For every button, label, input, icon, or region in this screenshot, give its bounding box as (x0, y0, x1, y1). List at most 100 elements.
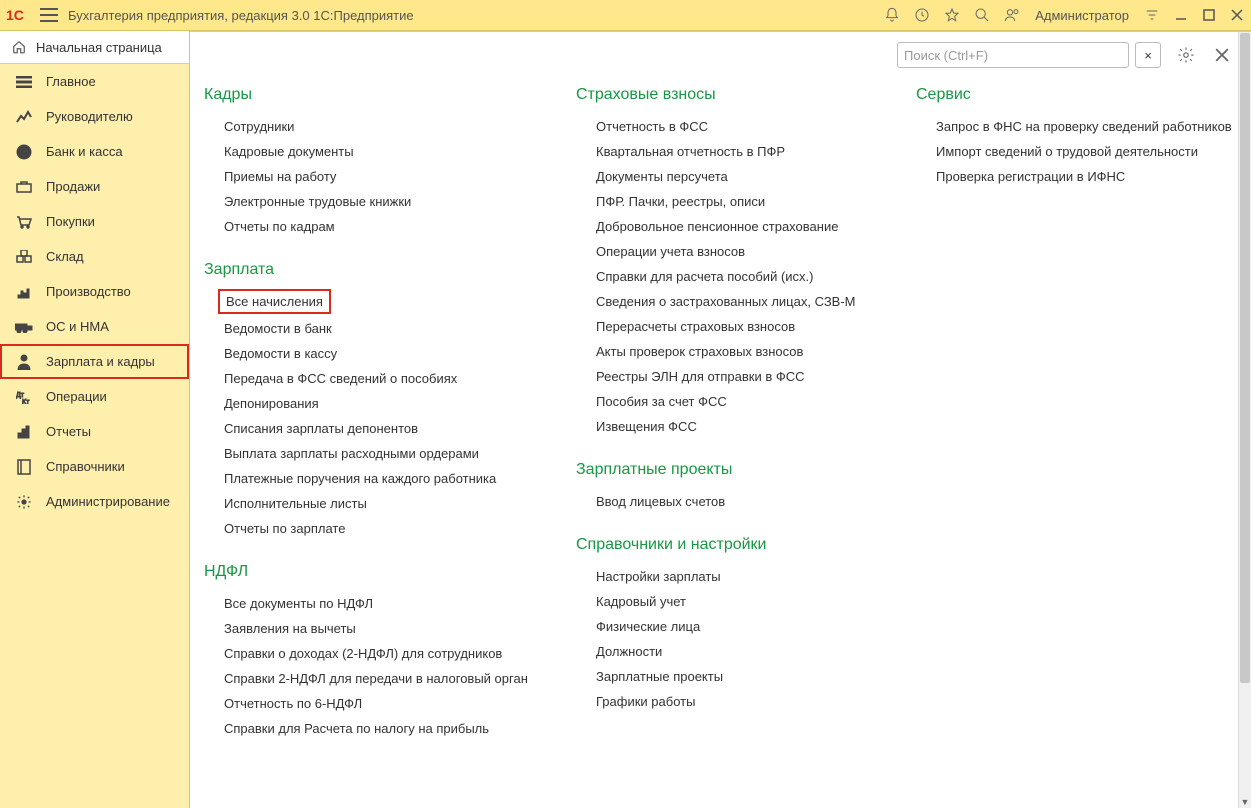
menu-link[interactable]: Зарплатные проекты (576, 664, 916, 689)
menu-link[interactable]: Все документы по НДФЛ (204, 591, 576, 616)
menu-link[interactable]: Справки 2-НДФЛ для передачи в налоговый … (204, 666, 576, 691)
hr-icon (14, 353, 34, 371)
sidebar-item-label: Руководителю (46, 109, 133, 124)
menu-link[interactable]: Отчеты по зарплате (204, 516, 576, 541)
menu-link[interactable]: Документы персучета (576, 164, 916, 189)
star-icon[interactable] (943, 6, 961, 24)
close-button[interactable] (1229, 7, 1245, 23)
svg-text:Дт: Дт (16, 392, 25, 399)
menu-link[interactable]: Добровольное пенсионное страхование (576, 214, 916, 239)
user-label[interactable]: Администратор (1035, 8, 1129, 23)
menu-link[interactable]: Должности (576, 639, 916, 664)
menu-link[interactable]: Запрос в ФНС на проверку сведений работн… (916, 114, 1232, 139)
menu-link[interactable]: Исполнительные листы (204, 491, 576, 516)
menu-link[interactable]: Квартальная отчетность в ПФР (576, 139, 916, 164)
group-title: Справочники и настройки (576, 536, 916, 554)
menu-link[interactable]: Справки для расчета пособий (исх.) (576, 264, 916, 289)
menu-link[interactable]: Передача в ФСС сведений о пособиях (204, 366, 576, 391)
search-input[interactable] (897, 42, 1129, 68)
menu-link[interactable]: Кадровые документы (204, 139, 576, 164)
user-icon[interactable] (1003, 6, 1021, 24)
menu-link[interactable]: Электронные трудовые книжки (204, 189, 576, 214)
search-clear-button[interactable]: × (1135, 42, 1161, 68)
sidebar-item-label: Администрирование (46, 494, 170, 509)
sidebar-item-label: Продажи (46, 179, 100, 194)
close-panel-icon[interactable] (1211, 44, 1233, 66)
menu-link[interactable]: Заявления на вычеты (204, 616, 576, 641)
menu-link[interactable]: Ввод лицевых счетов (576, 489, 916, 514)
sidebar-item-warehouse[interactable]: Склад (0, 239, 189, 274)
menu-link[interactable]: Сотрудники (204, 114, 576, 139)
warehouse-icon (14, 248, 34, 266)
menu-link[interactable]: Все начисления (218, 289, 331, 314)
sidebar-item-sales[interactable]: Продажи (0, 169, 189, 204)
menu-link[interactable]: Графики работы (576, 689, 916, 714)
svg-text:1С: 1С (6, 7, 24, 23)
menu-link[interactable]: Ведомости в банк (204, 316, 576, 341)
sidebar-item-catalogs[interactable]: Справочники (0, 449, 189, 484)
sales-icon (14, 178, 34, 196)
menu-link[interactable]: Приемы на работу (204, 164, 576, 189)
menu-link[interactable]: Настройки зарплаты (576, 564, 916, 589)
menu-link[interactable]: Депонирования (204, 391, 576, 416)
sidebar-item-purchases[interactable]: Покупки (0, 204, 189, 239)
menu-link[interactable]: Реестры ЭЛН для отправки в ФСС (576, 364, 916, 389)
menu-link[interactable]: Выплата зарплаты расходными ордерами (204, 441, 576, 466)
menu-link[interactable]: Платежные поручения на каждого работника (204, 466, 576, 491)
menu-link[interactable]: Отчеты по кадрам (204, 214, 576, 239)
sidebar-item-bank[interactable]: ₽Банк и касса (0, 134, 189, 169)
menu-link[interactable]: Пособия за счет ФСС (576, 389, 916, 414)
maximize-button[interactable] (1201, 7, 1217, 23)
sidebar-item-operations[interactable]: ДтКт Операции (0, 379, 189, 414)
menu-link[interactable]: Импорт сведений о трудовой деятельности (916, 139, 1232, 164)
minimize-button[interactable] (1173, 7, 1189, 23)
history-icon[interactable] (913, 6, 931, 24)
menu-link[interactable]: Справки для Расчета по налогу на прибыль (204, 716, 576, 741)
menu-link[interactable]: Справки о доходах (2-НДФЛ) для сотрудник… (204, 641, 576, 666)
menu-link[interactable]: Отчетность в ФСС (576, 114, 916, 139)
sidebar-item-main[interactable]: Главное (0, 64, 189, 99)
scroll-thumb[interactable] (1240, 33, 1250, 683)
menu-link[interactable]: Кадровый учет (576, 589, 916, 614)
bell-icon[interactable] (883, 6, 901, 24)
gear-icon[interactable] (1175, 44, 1197, 66)
menu-link[interactable]: Ведомости в кассу (204, 341, 576, 366)
menu-link[interactable]: Акты проверок страховых взносов (576, 339, 916, 364)
group-title: Зарплатные проекты (576, 461, 916, 479)
menu-link[interactable]: Проверка регистрации в ИФНС (916, 164, 1232, 189)
scroll-down-icon[interactable]: ▼ (1239, 796, 1251, 808)
search-icon[interactable] (973, 6, 991, 24)
scrollbar[interactable]: ▲ ▼ (1238, 32, 1251, 808)
menu-link[interactable]: Списания зарплаты депонентов (204, 416, 576, 441)
menu-link[interactable]: Извещения ФСС (576, 414, 916, 439)
menu-link[interactable]: Операции учета взносов (576, 239, 916, 264)
start-page-tab[interactable]: Начальная страница (0, 31, 189, 64)
hamburger-icon[interactable] (40, 8, 58, 22)
sidebar-item-manufacturing[interactable]: Производство (0, 274, 189, 309)
sidebar-item-label: Покупки (46, 214, 95, 229)
sidebar-item-label: Склад (46, 249, 84, 264)
group-title: Сервис (916, 86, 1232, 104)
group-title: Кадры (204, 86, 576, 104)
sidebar-item-hr[interactable]: Зарплата и кадры (0, 344, 189, 379)
admin-icon (14, 493, 34, 511)
sidebar-item-admin[interactable]: Администрирование (0, 484, 189, 519)
sidebar-item-label: ОС и НМА (46, 319, 109, 334)
assets-icon (14, 318, 34, 336)
purchases-icon (14, 213, 34, 231)
menu-link[interactable]: Сведения о застрахованных лицах, СЗВ-М (576, 289, 916, 314)
sidebar-item-label: Операции (46, 389, 107, 404)
filter-icon[interactable] (1143, 6, 1161, 24)
menu-link[interactable]: Физические лица (576, 614, 916, 639)
menu-link[interactable]: ПФР. Пачки, реестры, описи (576, 189, 916, 214)
sidebar-item-label: Главное (46, 74, 96, 89)
menu-link[interactable]: Перерасчеты страховых взносов (576, 314, 916, 339)
catalogs-icon (14, 458, 34, 476)
svg-text:Кт: Кт (22, 399, 30, 404)
start-page-label: Начальная страница (36, 40, 162, 55)
sidebar-item-manager[interactable]: Руководителю (0, 99, 189, 134)
sidebar-item-reports[interactable]: Отчеты (0, 414, 189, 449)
content-toolbar: × (190, 32, 1239, 74)
sidebar-item-assets[interactable]: ОС и НМА (0, 309, 189, 344)
menu-link[interactable]: Отчетность по 6-НДФЛ (204, 691, 576, 716)
